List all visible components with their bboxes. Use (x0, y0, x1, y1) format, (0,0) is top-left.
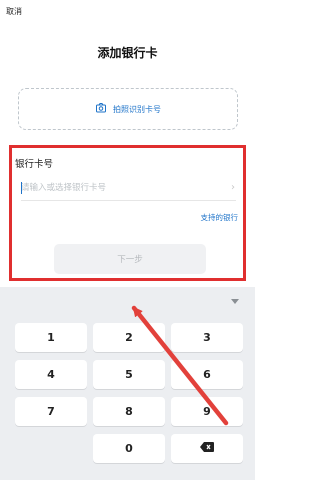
numeric-keyboard: 1 2 3 4 5 6 7 8 9 0 (0, 287, 255, 480)
input-underline (21, 200, 236, 201)
key-6[interactable]: 6 (171, 360, 243, 389)
scan-card-button[interactable]: 拍照识别卡号 (18, 88, 238, 130)
scan-card-label: 拍照识别卡号 (113, 104, 161, 114)
collapse-triangle-icon[interactable] (231, 299, 239, 304)
key-2[interactable]: 2 (93, 323, 165, 352)
key-5[interactable]: 5 (93, 360, 165, 389)
key-0[interactable]: 0 (93, 434, 165, 463)
key-9[interactable]: 9 (171, 397, 243, 426)
next-step-button[interactable]: 下一步 (54, 244, 206, 274)
supported-banks-link[interactable]: 支持的银行 (201, 212, 239, 223)
page-title: 添加银行卡 (97, 46, 158, 60)
delete-key[interactable] (171, 434, 243, 463)
camera-icon (95, 102, 107, 116)
text-cursor (21, 182, 22, 194)
card-number-input[interactable] (21, 178, 221, 198)
card-number-label: 银行卡号 (15, 159, 54, 170)
card-number-field-wrap: › (21, 178, 235, 200)
key-4[interactable]: 4 (15, 360, 87, 389)
cancel-button[interactable]: 取消 (6, 6, 22, 17)
key-7[interactable]: 7 (15, 397, 87, 426)
backspace-icon (200, 442, 214, 455)
key-8[interactable]: 8 (93, 397, 165, 426)
chevron-right-icon[interactable]: › (231, 182, 235, 193)
key-3[interactable]: 3 (171, 323, 243, 352)
key-1[interactable]: 1 (15, 323, 87, 352)
